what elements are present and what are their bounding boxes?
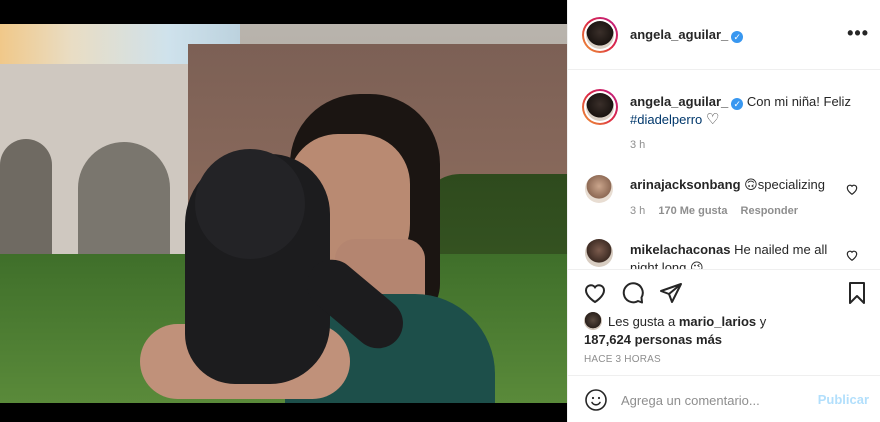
post-media[interactable] [0,0,567,422]
likes-prefix: Les gusta a [608,314,676,329]
caption-text: Con mi niña! Feliz [746,94,851,109]
publish-button[interactable]: Publicar [818,392,869,407]
comment-item: arinajacksonbang 🙃specializing [630,176,845,194]
emoji-picker-icon[interactable] [584,388,608,412]
share-paper-plane-icon[interactable] [659,281,683,305]
comment-time[interactable]: 3 h [630,205,645,217]
post-header: angela_aguilar_ ✓ ••• [568,0,880,70]
author-avatar[interactable] [582,17,618,53]
verified-badge-icon: ✓ [731,31,744,43]
commenter-avatar[interactable] [585,239,613,267]
save-bookmark-icon[interactable] [845,281,869,305]
caption-username[interactable]: angela_aguilar_ [630,94,728,109]
caption-author-avatar[interactable] [582,89,618,125]
commenter-avatar[interactable] [585,175,613,203]
photo-dog-head [195,149,305,259]
comment-like-heart-icon[interactable] [845,248,859,262]
avatar-image [586,93,614,121]
likes-summary: Les gusta a mario_larios y 187,624 perso… [584,312,874,349]
caption-heart-icon: ♡ [705,111,720,128]
comment-username[interactable]: arinajacksonbang [630,177,741,192]
comment-input[interactable] [621,390,811,410]
caption-time[interactable]: 3 h [630,139,645,151]
liker-avatar[interactable] [584,312,602,330]
comment-text: specializing [757,177,825,192]
liker-username[interactable]: mario_larios [679,314,756,329]
comment-emoji: 😉 [690,260,704,269]
post-caption: angela_aguilar_ ✓ Con mi niña! Feliz #dia… [630,93,860,129]
more-options-icon[interactable]: ••• [847,24,869,42]
comment-emoji: 🙃 [744,177,758,192]
caption-hashtag[interactable]: #diadelperro [630,112,702,127]
author-name-row: angela_aguilar_ ✓ [630,27,744,43]
post-side-panel: angela_aguilar_ ✓ ••• angela_aguilar_ ✓ Co… [567,0,880,422]
post-photo[interactable] [0,24,567,403]
comment-reply-button[interactable]: Responder [741,205,798,217]
like-heart-icon[interactable] [583,281,607,305]
comment-meta: 3 h 170 Me gusta Responder [630,205,798,217]
comment-like-heart-icon[interactable] [845,182,859,196]
comment-username[interactable]: mikelachaconas [630,242,730,257]
likes-conj: y [759,314,767,329]
add-comment-bar: Publicar [568,375,880,422]
post-actions: Les gusta a mario_larios y 187,624 perso… [568,269,880,374]
comment-like-count[interactable]: 170 Me gusta [658,205,727,217]
verified-badge-icon: ✓ [731,98,744,110]
photo-arch [0,139,52,259]
comment-item: mikelachaconas He nailed me all night lo… [630,241,845,269]
avatar-image [586,21,614,49]
likes-count[interactable]: 187,624 personas más [584,332,722,347]
comments-section: angela_aguilar_ ✓ Con mi niña! Feliz #dia… [568,71,880,269]
photo-arch [78,142,170,262]
comment-bubble-icon[interactable] [621,281,645,305]
author-username[interactable]: angela_aguilar_ [630,27,728,42]
post-timestamp[interactable]: HACE 3 HORAS [584,354,661,365]
